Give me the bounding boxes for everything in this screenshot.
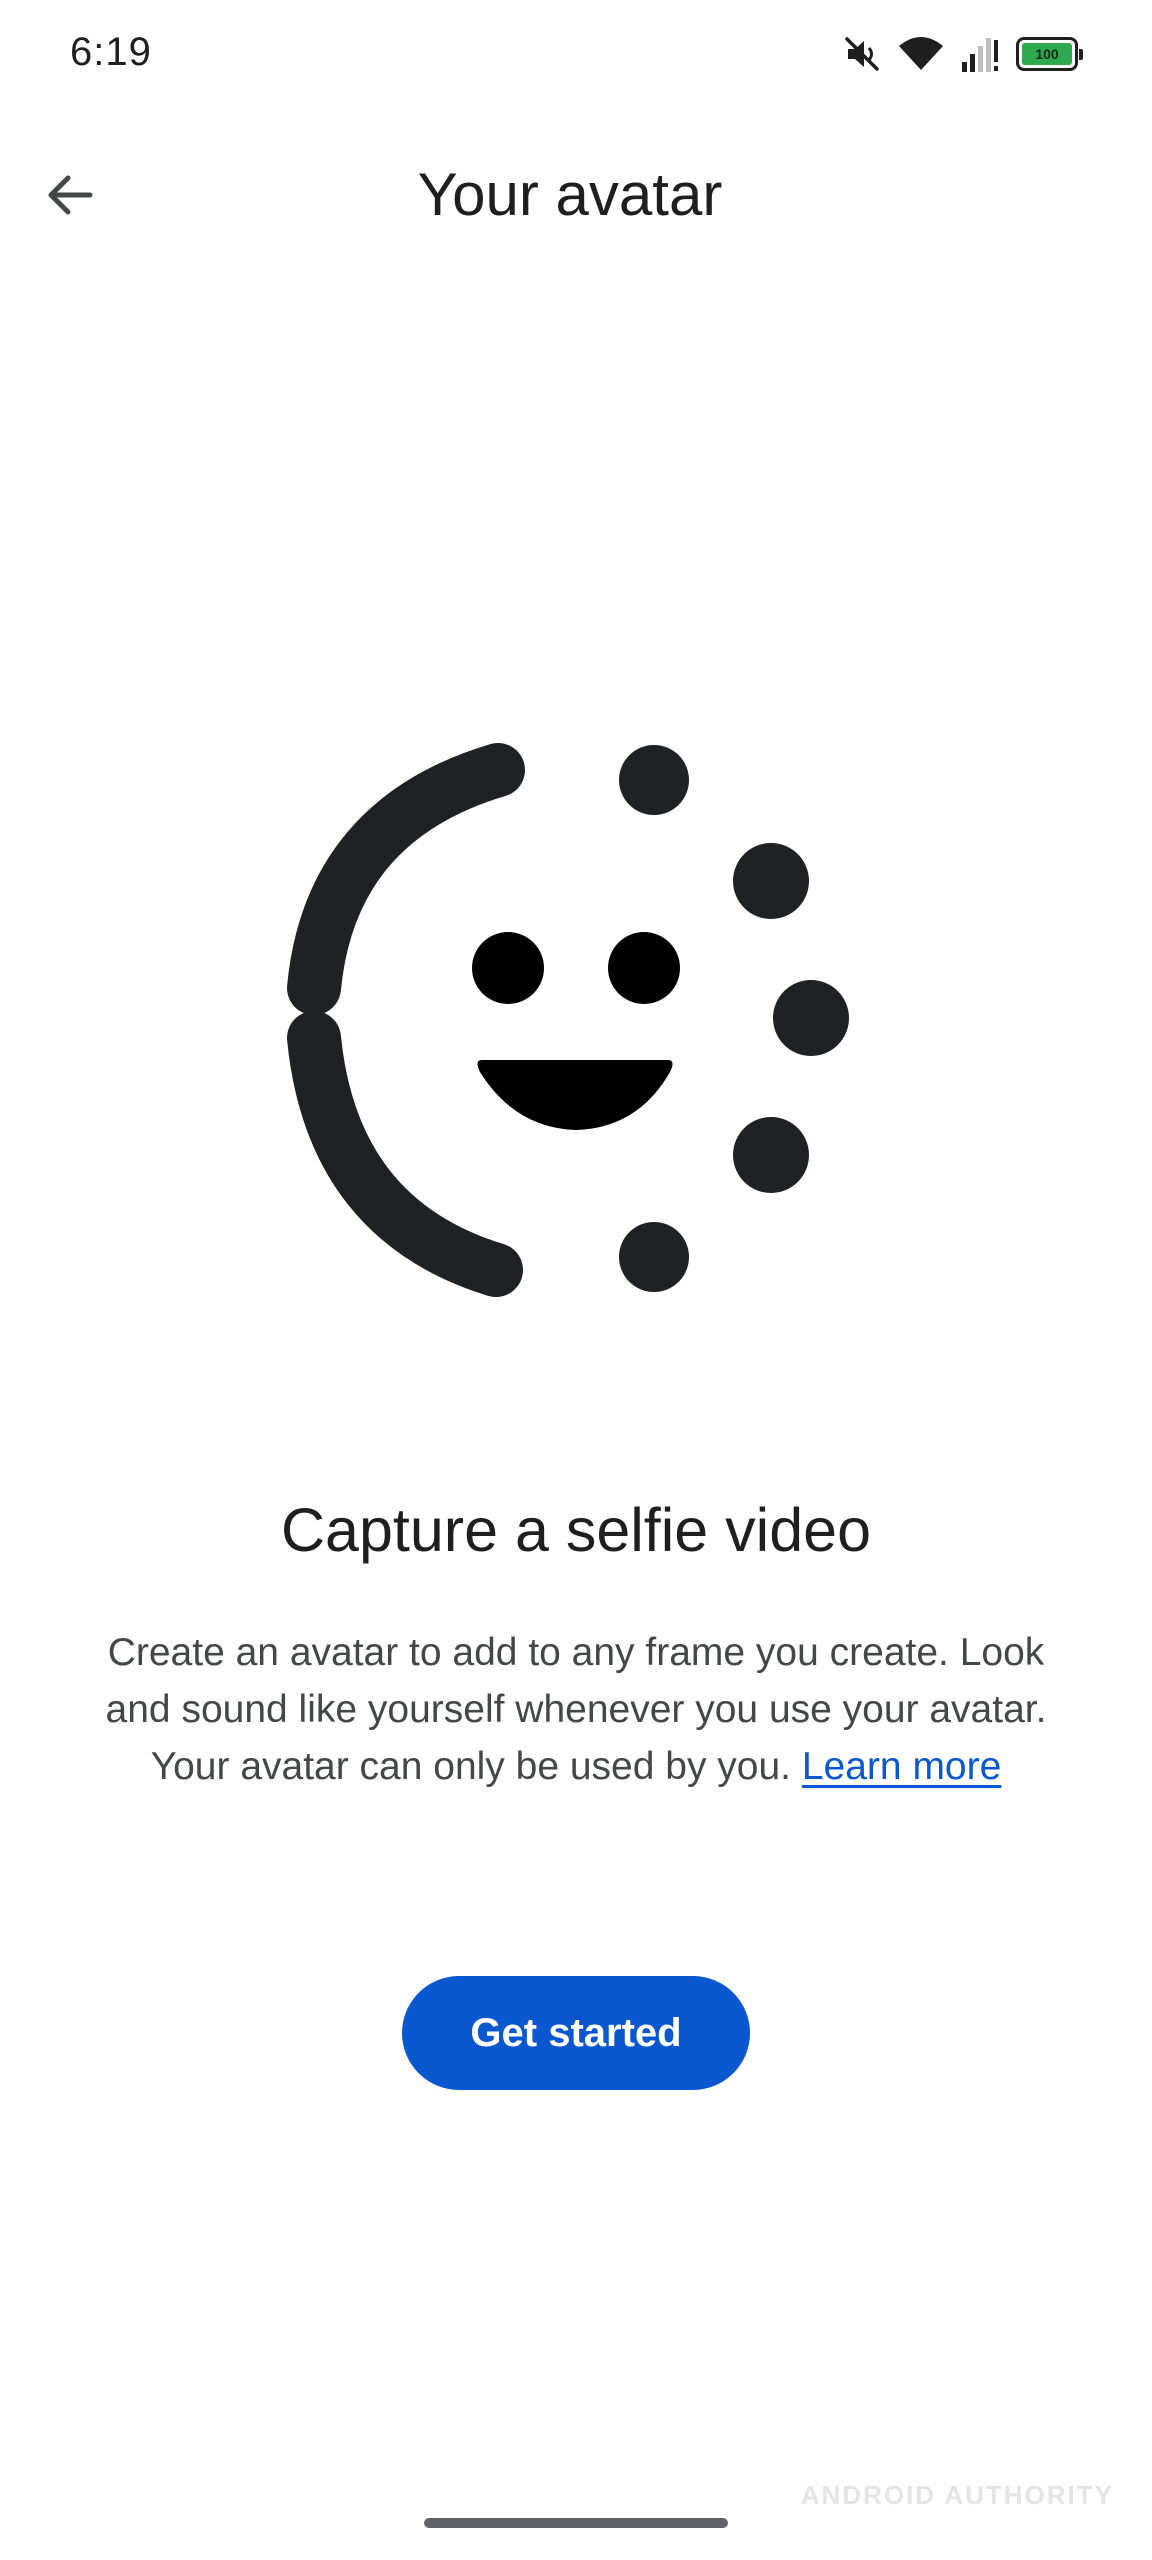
signal-icon	[960, 34, 1000, 74]
page-title: Your avatar	[417, 161, 723, 228]
smiling-face-with-loading-ring-icon	[287, 743, 849, 1297]
battery-level: 100	[1022, 43, 1072, 65]
watermark: ANDROID AUTHORITY	[800, 2480, 1114, 2510]
top-app-bar: Your avatar	[0, 130, 1152, 260]
avatar-illustration	[260, 720, 900, 1320]
gesture-navigation-handle[interactable]	[424, 2518, 728, 2528]
learn-more-link[interactable]: Learn more	[802, 1745, 1001, 1788]
status-icons: 100	[842, 32, 1083, 76]
headline: Capture a selfie video	[280, 1496, 871, 1564]
get-started-button[interactable]: Get started	[402, 1976, 750, 2090]
status-bar: 6:19 100	[0, 0, 1152, 110]
description: Create an avatar to add to any frame you…	[90, 1624, 1062, 1795]
status-time: 6:19	[70, 30, 152, 74]
mute-icon	[842, 34, 882, 74]
battery-icon: 100	[1016, 37, 1083, 71]
wifi-icon	[898, 34, 944, 74]
